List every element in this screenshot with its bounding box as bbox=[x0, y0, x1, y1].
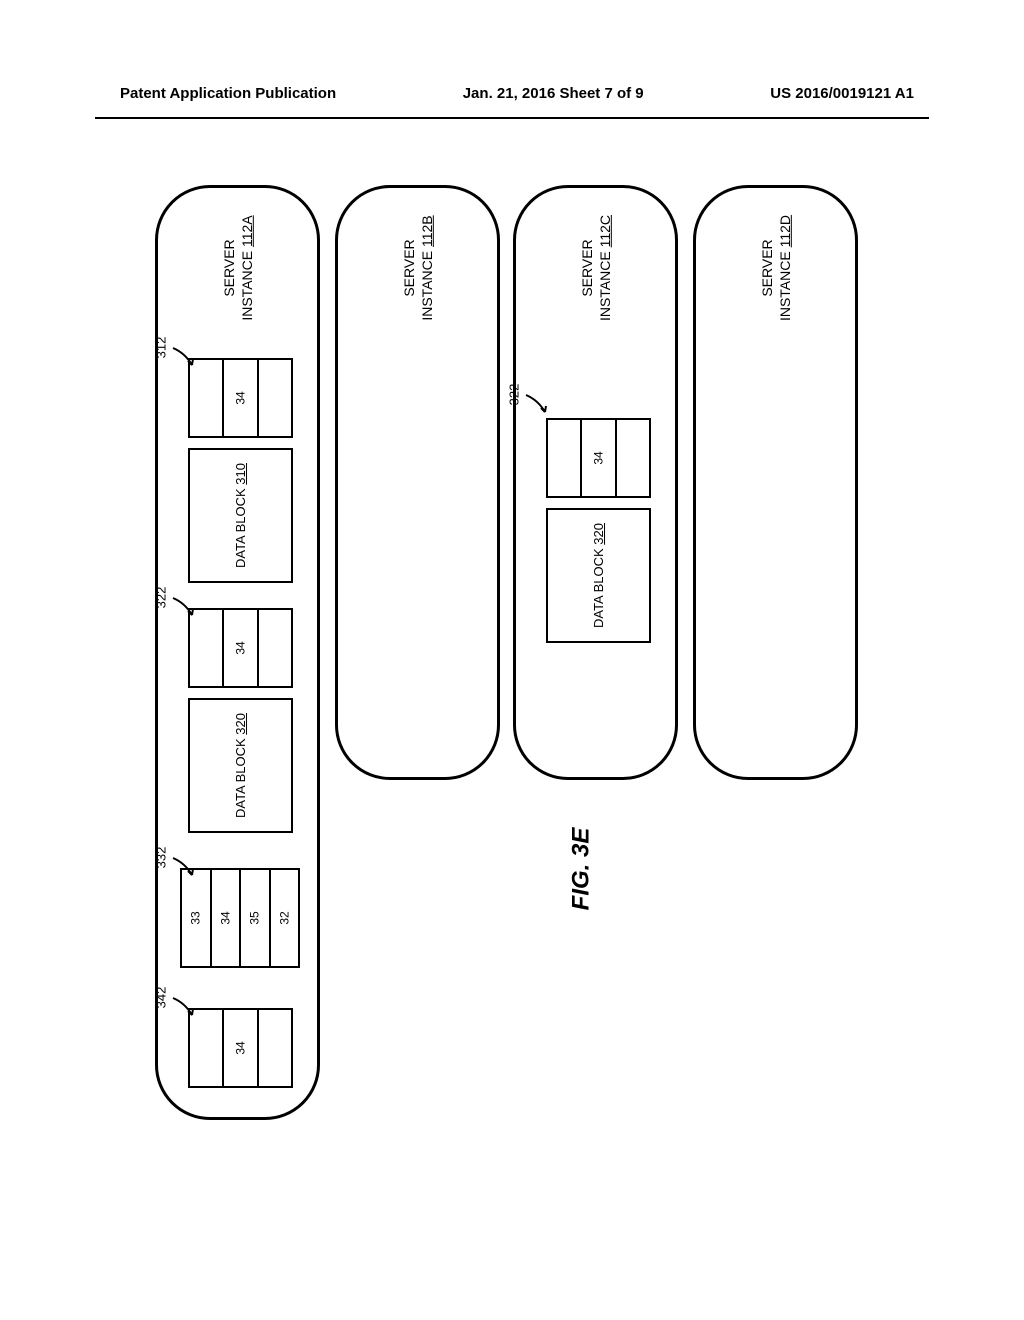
arrow-312 bbox=[170, 345, 200, 373]
server-label-a: SERVER INSTANCE 112A bbox=[219, 215, 255, 320]
segment-342-cell-2 bbox=[259, 1010, 291, 1086]
header-right: US 2016/0019121 A1 bbox=[770, 85, 914, 102]
segment-box-322-c: 34 bbox=[546, 418, 651, 498]
header-rule bbox=[95, 117, 929, 119]
server-label-c: SERVER INSTANCE 112C bbox=[577, 215, 613, 321]
server-label-d: SERVER INSTANCE 112D bbox=[757, 215, 793, 321]
ref-312: 312 bbox=[153, 337, 168, 359]
segment-312-cell-1: 34 bbox=[224, 360, 258, 436]
ref-342: 342 bbox=[153, 987, 168, 1009]
segment-box-312: 34 bbox=[188, 358, 293, 438]
segment-322a-cell-2 bbox=[259, 610, 291, 686]
data-block-310: DATA BLOCK 310 bbox=[188, 448, 293, 583]
segment-322a-cell-1: 34 bbox=[224, 610, 258, 686]
ref-332: 332 bbox=[153, 847, 168, 869]
ref-322-c: 322 bbox=[506, 384, 521, 406]
arrow-332 bbox=[170, 855, 200, 883]
server-label-b: SERVER INSTANCE 112B bbox=[399, 215, 435, 320]
header-center: Jan. 21, 2016 Sheet 7 of 9 bbox=[463, 85, 644, 102]
server-panel-a: SERVER INSTANCE 112A 34 DATA BLOCK 310 3… bbox=[155, 185, 320, 1120]
segment-322c-cell-2 bbox=[617, 420, 649, 496]
segment-332-cell-0: 33 bbox=[182, 870, 212, 966]
server-panel-c: SERVER INSTANCE 112C 34 DATA BLOCK 320 bbox=[513, 185, 678, 780]
header-left: Patent Application Publication bbox=[120, 85, 336, 102]
segment-322c-cell-1: 34 bbox=[582, 420, 616, 496]
server-panel-b: SERVER INSTANCE 112B bbox=[335, 185, 500, 780]
segment-box-322-a: 34 bbox=[188, 608, 293, 688]
segment-332-cell-2: 35 bbox=[241, 870, 271, 966]
segment-312-cell-2 bbox=[259, 360, 291, 436]
data-block-320-a: DATA BLOCK 320 bbox=[188, 698, 293, 833]
diagram-area: SERVER INSTANCE 112A 34 DATA BLOCK 310 3… bbox=[155, 185, 855, 1135]
page-header: Patent Application Publication Jan. 21, … bbox=[0, 0, 1024, 112]
segment-box-342: 34 bbox=[188, 1008, 293, 1088]
arrow-322-c bbox=[523, 392, 553, 420]
segment-332-cell-3: 32 bbox=[271, 870, 299, 966]
segment-342-cell-1: 34 bbox=[224, 1010, 258, 1086]
segment-322c-cell-0 bbox=[548, 420, 582, 496]
ref-322-a: 322 bbox=[153, 587, 168, 609]
arrow-342 bbox=[170, 995, 200, 1023]
server-panel-d: SERVER INSTANCE 112D bbox=[693, 185, 858, 780]
data-block-320-c: DATA BLOCK 320 bbox=[546, 508, 651, 643]
arrow-322-a bbox=[170, 595, 200, 623]
segment-332-cell-1: 34 bbox=[212, 870, 242, 966]
figure-label: FIG. 3E bbox=[567, 828, 595, 911]
